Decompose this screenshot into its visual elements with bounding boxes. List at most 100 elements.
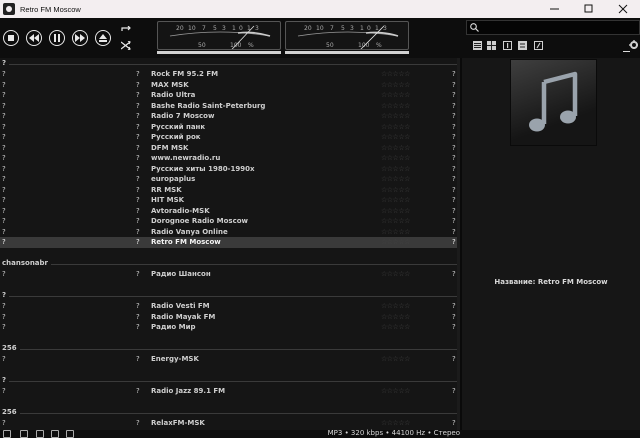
rating-stars[interactable]: ☆☆☆☆☆ [381, 227, 410, 238]
rating-stars[interactable]: ☆☆☆☆☆ [381, 322, 410, 333]
track-number: ? [2, 122, 6, 131]
rating-stars[interactable]: ☆☆☆☆☆ [381, 354, 410, 365]
playlist-row[interactable]: ?? Radio Vanya Online? ☆☆☆☆☆ [0, 227, 460, 238]
rating-stars[interactable]: ☆☆☆☆☆ [381, 153, 410, 164]
minimize-button[interactable] [538, 0, 572, 18]
playlist-row[interactable]: ?? Русские хиты 1980-1990х? ☆☆☆☆☆ [0, 164, 460, 175]
playlist-row[interactable]: ?? RR MSK? ☆☆☆☆☆ [0, 185, 460, 196]
record-icon[interactable] [3, 430, 11, 438]
playlist-row[interactable]: ?? Energy-MSK? ☆☆☆☆☆ [0, 354, 460, 365]
playlist-row[interactable]: ?? Retro FM Moscow? ☆☆☆☆☆ [0, 237, 460, 248]
rating-stars[interactable]: ☆☆☆☆☆ [381, 111, 410, 122]
progress-bar[interactable] [285, 51, 409, 54]
playlist-row[interactable]: ?? Rock FM 95.2 FM? ☆☆☆☆☆ [0, 69, 460, 80]
playlist-row[interactable]: ?? HIT MSK? ☆☆☆☆☆ [0, 195, 460, 206]
rating-stars[interactable]: ☆☆☆☆☆ [381, 80, 410, 91]
previous-button[interactable] [26, 30, 42, 46]
gear-icon[interactable] [629, 40, 638, 49]
playlist-row[interactable]: ?? Радио Шансон? ☆☆☆☆☆ [0, 269, 460, 280]
rating-stars[interactable]: ☆☆☆☆☆ [381, 69, 410, 80]
playlist-row[interactable]: ?? Radio Mayak FM? ☆☆☆☆☆ [0, 312, 460, 323]
playlist-row[interactable]: ?? DFM MSK? ☆☆☆☆☆ [0, 143, 460, 154]
rating-stars[interactable]: ☆☆☆☆☆ [381, 216, 410, 227]
playlist-row[interactable]: ?? RelaxFM-MSK? ☆☆☆☆☆ [0, 418, 460, 429]
rating-stars[interactable]: ☆☆☆☆☆ [381, 312, 410, 323]
playlist-row[interactable]: ?? Радио Мир? ☆☆☆☆☆ [0, 322, 460, 333]
playlist-group-header[interactable]: ? [0, 290, 460, 301]
rating-stars[interactable]: ☆☆☆☆☆ [381, 122, 410, 133]
playlist-group-header[interactable]: 256 [0, 407, 460, 418]
playlist-group-header[interactable]: ? [0, 58, 460, 69]
rating-stars[interactable]: ☆☆☆☆☆ [381, 143, 410, 154]
info-icon[interactable] [503, 41, 512, 50]
stop-button[interactable] [3, 30, 19, 46]
progress-bar[interactable] [157, 51, 281, 54]
track-artist: ? [136, 175, 140, 183]
track-duration: ? [452, 238, 456, 246]
track-number: ? [2, 419, 6, 427]
track-number: ? [2, 185, 6, 194]
playlist-row[interactable]: ?? Radio Ultra? ☆☆☆☆☆ [0, 90, 460, 101]
playlist-group-header[interactable]: ? [0, 375, 460, 386]
rating-stars[interactable]: ☆☆☆☆☆ [381, 386, 410, 397]
playlist-row[interactable]: ?? Dorognoe Radio Moscow? ☆☆☆☆☆ [0, 216, 460, 227]
rating-stars[interactable]: ☆☆☆☆☆ [381, 174, 410, 185]
playlist-row[interactable]: ?? MAX MSK? ☆☆☆☆☆ [0, 80, 460, 91]
playlist-row[interactable]: ?? Radio Vesti FM? ☆☆☆☆☆ [0, 301, 460, 312]
rating-stars[interactable]: ☆☆☆☆☆ [381, 269, 410, 280]
mini-mode-icon[interactable] [51, 430, 59, 438]
group-divider [2, 63, 458, 65]
settings-icon[interactable] [20, 430, 28, 438]
equalizer-icon[interactable] [36, 430, 44, 438]
rating-stars[interactable]: ☆☆☆☆☆ [381, 90, 410, 101]
playlist-row[interactable]: ?? www.newradio.ru? ☆☆☆☆☆ [0, 153, 460, 164]
group-divider [2, 412, 458, 414]
playlist-row[interactable]: ?? Bashe Radio Saint-Peterburg? ☆☆☆☆☆ [0, 101, 460, 112]
rating-stars[interactable]: ☆☆☆☆☆ [381, 185, 410, 196]
rating-stars[interactable]: ☆☆☆☆☆ [381, 418, 410, 429]
search-input[interactable] [466, 20, 640, 35]
repeat-icon [120, 26, 131, 31]
shuffle-button[interactable] [120, 26, 132, 50]
rating-stars[interactable]: ☆☆☆☆☆ [381, 101, 410, 112]
track-number: ? [2, 323, 6, 331]
playlist[interactable]: ??? Rock FM 95.2 FM? ☆☆☆☆☆?? MAX MSK? ☆☆☆☆☆?… [0, 58, 460, 430]
rating-stars[interactable]: ☆☆☆☆☆ [381, 132, 410, 143]
pause-button[interactable] [49, 30, 65, 46]
next-button[interactable] [72, 30, 88, 46]
track-info-name: Название: Retro FM Moscow [494, 278, 608, 286]
text-icon[interactable] [518, 41, 527, 50]
track-duration: ? [452, 112, 456, 120]
playlist-group-header[interactable]: chansonabr [0, 258, 460, 269]
rating-stars[interactable]: ☆☆☆☆☆ [381, 301, 410, 312]
playlist-row[interactable]: ?? Radio 7 Moscow? ☆☆☆☆☆ [0, 111, 460, 122]
vu-scale-label: 10 [188, 25, 196, 32]
list-icon[interactable] [473, 41, 482, 50]
playlist-row[interactable]: ?? europaplus? ☆☆☆☆☆ [0, 174, 460, 185]
playlist-icon[interactable] [66, 430, 74, 438]
eject-button[interactable] [95, 30, 111, 46]
rating-stars[interactable]: ☆☆☆☆☆ [381, 206, 410, 217]
rating-stars[interactable]: ☆☆☆☆☆ [381, 237, 410, 248]
grid-icon[interactable] [487, 41, 496, 50]
track-title: Radio Ultra [151, 91, 196, 99]
vu-scale-label: 20 [176, 25, 184, 32]
track-duration: ? [452, 196, 456, 204]
close-button[interactable] [606, 0, 640, 18]
track-duration: ? [452, 143, 456, 152]
lyrics-icon[interactable] [534, 41, 543, 50]
playlist-row[interactable]: ?? Русский рок? ☆☆☆☆☆ [0, 132, 460, 143]
playlist-row[interactable]: ?? Avtoradio-MSK? ☆☆☆☆☆ [0, 206, 460, 217]
playlist-group-header[interactable]: 256 [0, 343, 460, 354]
rating-stars[interactable]: ☆☆☆☆☆ [381, 195, 410, 206]
playlist-row[interactable]: ?? Русский панк? ☆☆☆☆☆ [0, 122, 460, 133]
playlist-row[interactable]: ?? Radio Jazz 89.1 FM? ☆☆☆☆☆ [0, 386, 460, 397]
maximize-button[interactable] [572, 0, 606, 18]
panel-divider[interactable] [460, 58, 462, 430]
track-duration: ? [452, 387, 456, 395]
vu-scale-label: 1 [232, 25, 236, 32]
rating-stars[interactable]: ☆☆☆☆☆ [381, 164, 410, 175]
track-title: Радио Шансон [151, 270, 211, 278]
vu-scale-label: 5 [213, 25, 217, 32]
track-number: ? [2, 387, 6, 395]
